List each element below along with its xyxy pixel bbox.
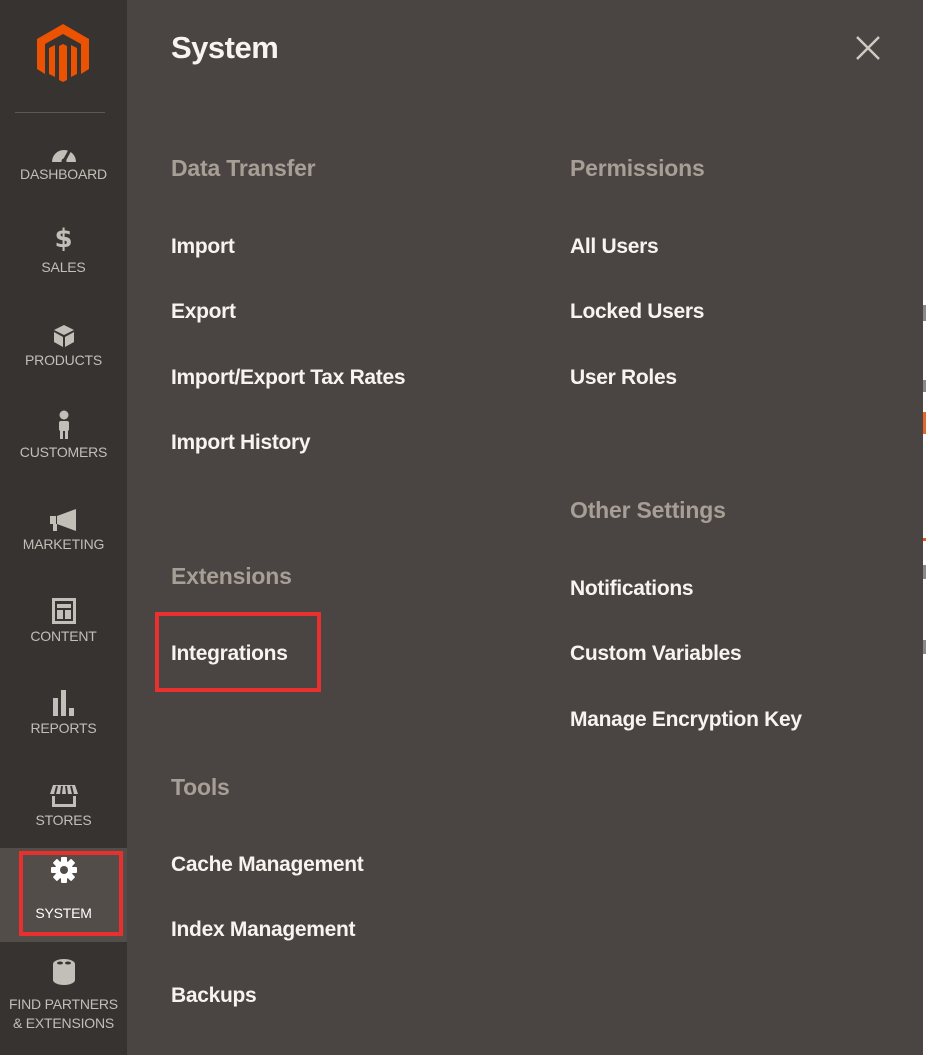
nav-label-sales: SALES (41, 259, 86, 275)
logo-divider (15, 112, 105, 113)
nav-item-customers[interactable]: CUSTOMERS (0, 406, 127, 498)
link-all-users[interactable]: All Users (570, 235, 659, 259)
underlying-page-fragment (923, 640, 926, 654)
layout-icon (51, 598, 76, 624)
nav-item-sales[interactable]: $ SALES (0, 222, 127, 314)
link-index-management[interactable]: Index Management (171, 918, 356, 942)
underlying-page-fragment (923, 380, 926, 392)
section-title-tools: Tools (171, 774, 230, 800)
cube-icon (53, 325, 74, 347)
highlight-box-system (19, 851, 123, 936)
nav-label-products: PRODUCTS (25, 352, 102, 368)
nav-item-marketing[interactable]: MARKETING (0, 498, 127, 590)
section-title-data-transfer: Data Transfer (171, 155, 316, 181)
nav-item-products[interactable]: PRODUCTS (0, 314, 127, 406)
dollar-icon: $ (54, 224, 73, 254)
nav-label-marketing: MARKETING (22, 536, 105, 552)
nav-label-dashboard: DASHBOARD (20, 166, 107, 182)
link-cache-management[interactable]: Cache Management (171, 853, 364, 877)
close-button[interactable] (854, 34, 882, 62)
megaphone-icon (49, 509, 76, 531)
link-export[interactable]: Export (171, 300, 236, 324)
nav-label-find-partners-line1: FIND PARTNERS (9, 996, 118, 1012)
gauge-icon (51, 149, 76, 164)
link-backups[interactable]: Backups (171, 984, 257, 1008)
nav-label-find-partners: FIND PARTNERS & EXTENSIONS (0, 995, 127, 1033)
panel-title: System (171, 30, 279, 65)
admin-sidebar: DASHBOARD $ SALES PRODUCTS CUSTOMERS MAR… (0, 0, 127, 1055)
nav-item-reports[interactable]: REPORTS (0, 682, 127, 774)
section-title-extensions: Extensions (171, 563, 292, 589)
link-custom-variables[interactable]: Custom Variables (570, 642, 742, 666)
link-user-roles[interactable]: User Roles (570, 366, 677, 390)
section-title-other-settings: Other Settings (570, 497, 726, 523)
underlying-page-fragment (923, 538, 926, 541)
lego-brick-icon (52, 959, 75, 985)
link-notifications[interactable]: Notifications (570, 577, 694, 601)
nav-label-stores: STORES (35, 812, 92, 828)
nav-item-find-partners[interactable]: FIND PARTNERS & EXTENSIONS (0, 954, 127, 1055)
nav-item-content[interactable]: CONTENT (0, 590, 127, 682)
link-import[interactable]: Import (171, 235, 235, 259)
underlying-page-fragment (923, 412, 926, 434)
nav-label-reports: REPORTS (30, 720, 97, 736)
link-manage-encryption-key[interactable]: Manage Encryption Key (570, 708, 802, 732)
link-import-export-tax-rates[interactable]: Import/Export Tax Rates (171, 366, 406, 390)
nav-item-dashboard[interactable]: DASHBOARD (0, 130, 127, 222)
bar-chart-icon (52, 690, 74, 716)
system-submenu-panel: System Data Transfer Import Export Impor… (127, 0, 923, 1055)
nav-label-find-partners-line2: & EXTENSIONS (12, 1015, 115, 1031)
logo-link[interactable] (0, 0, 127, 112)
close-icon (856, 36, 880, 60)
underlying-page-fragment (923, 305, 926, 321)
nav-label-content: CONTENT (30, 628, 97, 644)
nav-label-customers: CUSTOMERS (19, 444, 108, 460)
storefront-icon (49, 785, 78, 807)
link-locked-users[interactable]: Locked Users (570, 300, 704, 324)
underlying-page-edge (923, 0, 927, 1055)
highlight-box-integrations (155, 612, 321, 692)
underlying-page-fragment (923, 565, 926, 579)
magento-logo (37, 24, 89, 82)
link-import-history[interactable]: Import History (171, 431, 311, 455)
section-title-permissions: Permissions (570, 155, 705, 181)
person-icon (58, 410, 69, 439)
